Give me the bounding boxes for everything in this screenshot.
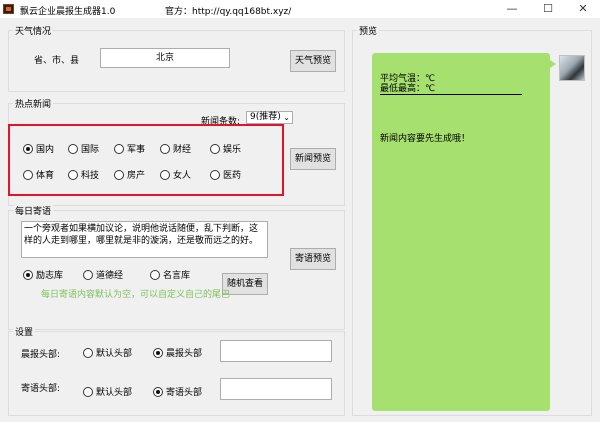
radio-checked-icon — [23, 269, 33, 280]
radio-icon — [68, 143, 78, 154]
radio-icon — [160, 143, 170, 154]
region-input[interactable]: 北京 — [100, 48, 230, 68]
radio-icon — [83, 269, 93, 280]
morning-header-label: 晨报头部: — [21, 350, 61, 360]
radio-checked-icon — [23, 143, 33, 154]
news-message: 新闻内容要先生成哦！ — [380, 134, 471, 144]
news-count-select[interactable]: 9(推荐) ⌄ — [246, 111, 293, 124]
radio-icon — [150, 269, 160, 280]
source-daodejing[interactable]: 道德经 — [83, 268, 123, 281]
settings-legend: 设置 — [13, 325, 36, 338]
radio-icon — [68, 169, 78, 180]
news-category-nvren[interactable]: 女人 — [160, 168, 191, 181]
radio-checked-icon — [153, 347, 163, 358]
news-category-caijing[interactable]: 财经 — [160, 142, 191, 155]
weather-legend: 天气情况 — [13, 24, 54, 37]
window-title: 飘云企业晨报生成器1.0 — [20, 7, 116, 17]
bubble-caret — [550, 60, 556, 68]
quote-header-input[interactable] — [220, 378, 332, 400]
preview-divider — [380, 94, 522, 95]
radio-icon — [83, 347, 93, 358]
radio-icon — [160, 169, 170, 180]
close-icon[interactable]: ✕ — [568, 1, 598, 17]
news-category-fangchan[interactable]: 房产 — [114, 168, 145, 181]
radio-icon — [210, 169, 220, 180]
news-category-keji[interactable]: 科技 — [68, 168, 99, 181]
app-icon — [3, 4, 14, 14]
source-mingyan[interactable]: 名言库 — [150, 268, 190, 281]
radio-icon — [83, 386, 93, 397]
region-label: 省、市、县 — [34, 56, 80, 66]
news-category-guonei[interactable]: 国内 — [23, 142, 54, 155]
news-category-tiyu[interactable]: 体育 — [23, 168, 54, 181]
news-category-yiyao[interactable]: 医药 — [210, 168, 241, 181]
highlight-box — [8, 124, 284, 196]
radio-icon — [114, 169, 124, 180]
daily-hint: 每日寄语内容默认为空，可以自定义自己的尾巴 — [41, 290, 231, 300]
weather-preview-button[interactable]: 天气预览 — [290, 50, 336, 72]
news-category-junshi[interactable]: 军事 — [114, 142, 145, 155]
source-lizhi[interactable]: 励志库 — [23, 268, 63, 281]
radio-icon — [23, 169, 33, 180]
quote-header-label: 寄语头部: — [21, 384, 61, 394]
news-legend: 热点新闻 — [13, 97, 54, 110]
daily-legend: 每日寄语 — [13, 204, 54, 217]
radio-icon — [210, 143, 220, 154]
preview-legend: 预览 — [357, 24, 380, 37]
daily-text-area[interactable]: 一个旁观者如果横加议论，说明他说话随便，乱下判断，这样的人走到哪里，哪里就是非的… — [21, 221, 268, 258]
preview-bubble — [372, 53, 550, 411]
quote-default-header[interactable]: 默认头部 — [83, 385, 132, 398]
maximize-icon[interactable]: ☐ — [533, 1, 563, 17]
news-category-yule[interactable]: 娱乐 — [210, 142, 241, 155]
news-count-value: 9(推荐) — [250, 112, 281, 122]
morning-header-input[interactable] — [220, 340, 332, 362]
min-max-temp: 最低最高：℃ — [380, 84, 436, 94]
morning-default-header[interactable]: 默认头部 — [83, 346, 132, 359]
daily-preview-button[interactable]: 寄语预览 — [290, 248, 336, 270]
window-body: 天气情况 省、市、县 北京 天气预览 热点新闻 新闻条数: 9(推荐) ⌄ 国内… — [0, 18, 600, 422]
radio-checked-icon — [153, 386, 163, 397]
quote-custom-header[interactable]: 寄语头部 — [153, 385, 202, 398]
avatar — [559, 55, 585, 81]
official-url: 官方：http://qy.qq168bt.xyz/ — [165, 7, 292, 17]
title-bar: 飘云企业晨报生成器1.0 官方：http://qy.qq168bt.xyz/ —… — [0, 0, 600, 18]
minimize-icon[interactable]: — — [497, 1, 527, 17]
morning-custom-header[interactable]: 晨报头部 — [153, 346, 202, 359]
news-category-guoji[interactable]: 国际 — [68, 142, 99, 155]
radio-icon — [114, 143, 124, 154]
news-preview-button[interactable]: 新闻预览 — [290, 148, 336, 170]
daily-text: 一个旁观者如果横加议论，说明他说话随便，乱下判断，这样的人走到哪里，哪里就是非的… — [24, 224, 259, 246]
chevron-down-icon: ⌄ — [283, 113, 290, 122]
